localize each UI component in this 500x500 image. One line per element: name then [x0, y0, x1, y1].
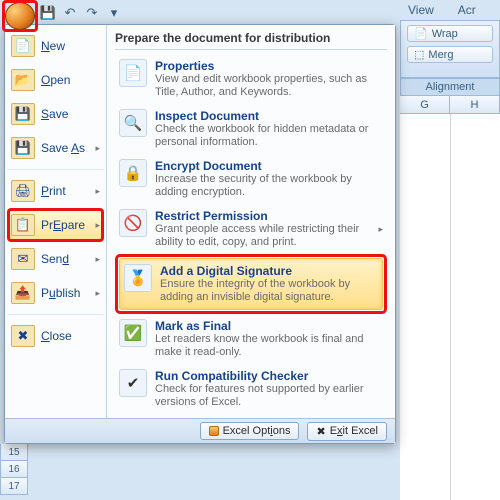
ribbon-alignment-group: 📄Wrap ⬚Merg	[400, 20, 500, 78]
save-as-icon: 💾	[11, 137, 35, 159]
signature-icon: 🏅	[124, 264, 152, 292]
button-label: Exit Excel	[330, 425, 378, 437]
excel-options-button[interactable]: Excel Options	[200, 422, 300, 440]
tab-acrobat[interactable]: Acr	[450, 1, 484, 19]
menu-label: Save As	[41, 141, 85, 155]
options-icon	[209, 426, 219, 436]
worksheet-grid[interactable]	[400, 114, 500, 500]
encrypt-icon: 🔒	[119, 159, 147, 187]
submenu-arrow-icon: ▸	[95, 220, 100, 231]
row-headers: 15 16 17	[0, 444, 28, 495]
prepare-item-properties[interactable]: 📄 PropertiesView and edit workbook prope…	[115, 54, 387, 104]
publish-icon: 📤	[11, 282, 35, 304]
wrap-icon: 📄	[414, 27, 428, 40]
submenu-arrow-icon: ▸	[95, 254, 100, 265]
office-menu-commands: 📄 New 📂 Open 💾 Save 💾 Save As ▸ 🖨 Print …	[5, 25, 107, 418]
menu-item-save-as[interactable]: 💾 Save As ▸	[7, 131, 104, 165]
prepare-item-digital-signature[interactable]: 🏅 Add a Digital SignatureEnsure the inte…	[119, 258, 383, 310]
restrict-icon: 🚫	[119, 209, 147, 237]
prepare-item-compatibility[interactable]: ✔ Run Compatibility CheckerCheck for fea…	[115, 364, 387, 414]
menu-label: New	[41, 39, 65, 53]
final-icon: ✅	[119, 319, 147, 347]
row-header[interactable]: 15	[0, 444, 28, 461]
inspect-icon: 🔍	[119, 109, 147, 137]
qat-customize-icon[interactable]: ▾	[106, 5, 122, 21]
menu-item-print[interactable]: 🖨 Print ▸	[7, 169, 104, 208]
menu-label: Send	[41, 252, 69, 266]
compat-icon: ✔	[119, 369, 147, 397]
merge-icon: ⬚	[414, 48, 424, 61]
office-button[interactable]	[5, 2, 35, 30]
prepare-item-mark-final[interactable]: ✅ Mark as FinalLet readers know the work…	[115, 314, 387, 364]
row-header[interactable]: 16	[0, 461, 28, 478]
submenu-arrow-icon: ▸	[378, 224, 383, 235]
menu-label: PrEpare	[41, 218, 85, 232]
close-icon: ✖	[11, 325, 35, 347]
ribbon-section-label: Alignment	[400, 78, 500, 96]
office-menu: 📄 New 📂 Open 💾 Save 💾 Save As ▸ 🖨 Print …	[4, 24, 396, 444]
quick-access-toolbar: 💾 ↶ ↷ ▾	[40, 2, 122, 24]
tab-view[interactable]: View	[400, 1, 442, 19]
prepare-item-inspect[interactable]: 🔍 Inspect DocumentCheck the workbook for…	[115, 104, 387, 154]
menu-label: Close	[41, 329, 72, 343]
menu-item-publish[interactable]: 📤 Publish ▸	[7, 276, 104, 310]
menu-item-prepare[interactable]: 📋 PrEpare ▸	[7, 208, 104, 242]
menu-label: Open	[41, 73, 70, 87]
new-icon: 📄	[11, 35, 35, 57]
save-icon[interactable]: 💾	[40, 5, 56, 21]
menu-item-new[interactable]: 📄 New	[7, 29, 104, 63]
col-header-g[interactable]: G	[400, 96, 450, 113]
button-label: Excel Options	[223, 425, 291, 437]
prepare-submenu: Prepare the document for distribution 📄 …	[107, 25, 395, 418]
undo-icon[interactable]: ↶	[62, 5, 78, 21]
prepare-icon: 📋	[11, 214, 35, 236]
redo-icon[interactable]: ↷	[84, 5, 100, 21]
prepare-item-encrypt[interactable]: 🔒 Encrypt DocumentIncrease the security …	[115, 154, 387, 204]
annotation-highlight-signature: 🏅 Add a Digital SignatureEnsure the inte…	[115, 254, 387, 314]
submenu-arrow-icon: ▸	[95, 288, 100, 299]
submenu-title: Prepare the document for distribution	[115, 31, 387, 50]
menu-label: Save	[41, 107, 68, 121]
exit-excel-button[interactable]: ✖ Exit Excel	[307, 422, 387, 441]
wrap-text-button[interactable]: 📄Wrap	[407, 25, 493, 42]
save-icon: 💾	[11, 103, 35, 125]
submenu-arrow-icon: ▸	[95, 143, 100, 154]
send-icon: ✉	[11, 248, 35, 270]
prepare-item-restrict[interactable]: 🚫 Restrict PermissionGrant people access…	[115, 204, 387, 254]
menu-item-save[interactable]: 💾 Save	[7, 97, 104, 131]
menu-item-open[interactable]: 📂 Open	[7, 63, 104, 97]
column-headers: G H	[400, 96, 500, 114]
merge-button[interactable]: ⬚Merg	[407, 46, 493, 63]
print-icon: 🖨	[11, 180, 35, 202]
office-menu-footer: Excel Options ✖ Exit Excel	[5, 418, 395, 443]
submenu-arrow-icon: ▸	[95, 186, 100, 197]
properties-icon: 📄	[119, 59, 147, 87]
menu-label: Publish	[41, 286, 80, 300]
row-header[interactable]: 17	[0, 478, 28, 495]
menu-label: Print	[41, 184, 66, 198]
col-header-h[interactable]: H	[450, 96, 500, 113]
open-icon: 📂	[11, 69, 35, 91]
menu-item-send[interactable]: ✉ Send ▸	[7, 242, 104, 276]
exit-icon: ✖	[316, 425, 325, 438]
menu-item-close[interactable]: ✖ Close	[7, 314, 104, 353]
